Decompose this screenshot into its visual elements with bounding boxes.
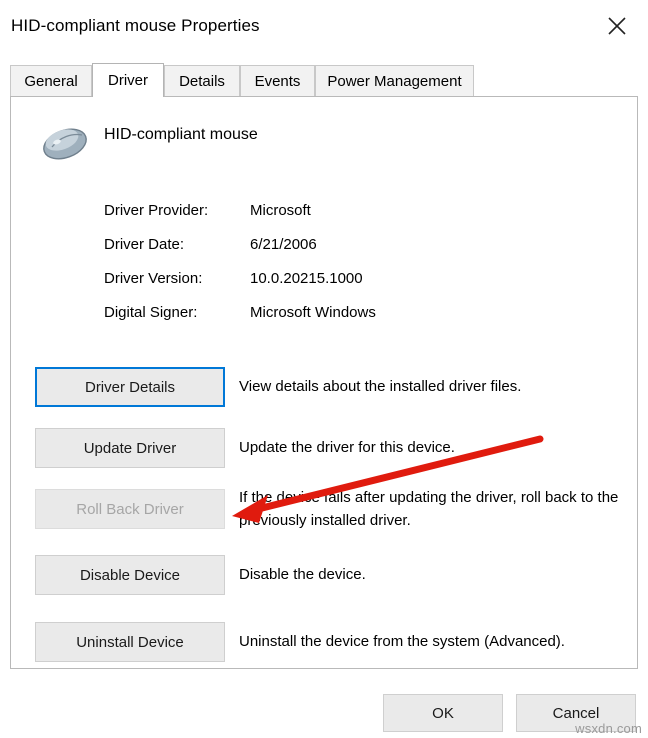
device-name: HID-compliant mouse — [104, 126, 258, 143]
tab-details-label: Details — [179, 73, 225, 90]
cancel-button-label: Cancel — [552, 704, 600, 722]
driver-tab-panel: HID-compliant mouse Driver Provider: Mic… — [10, 96, 638, 669]
tab-general[interactable]: General — [10, 65, 92, 97]
tab-events-label: Events — [254, 73, 301, 90]
close-icon — [608, 17, 626, 35]
ok-button[interactable]: OK — [383, 694, 503, 732]
tab-general-label: General — [24, 73, 78, 90]
mouse-icon — [38, 121, 94, 167]
driver-details-button-label: Driver Details — [84, 378, 175, 396]
digital-signer-label: Digital Signer: — [104, 304, 198, 321]
tab-driver[interactable]: Driver — [92, 63, 164, 97]
tab-strip: General Driver Details Events Power Mana… — [10, 63, 638, 97]
driver-version-value: 10.0.20215.1000 — [250, 270, 363, 287]
roll-back-driver-button: Roll Back Driver — [35, 489, 225, 529]
uninstall-device-button[interactable]: Uninstall Device — [35, 622, 225, 662]
driver-details-button[interactable]: Driver Details — [35, 367, 225, 407]
ok-button-label: OK — [432, 704, 454, 722]
tab-events[interactable]: Events — [240, 65, 315, 97]
tab-power-management-label: Power Management — [327, 73, 462, 90]
update-driver-description: Update the driver for this device. — [239, 439, 455, 456]
disable-device-description: Disable the device. — [239, 566, 366, 583]
properties-dialog: HID-compliant mouse Properties General D… — [0, 0, 648, 738]
driver-date-value: 6/21/2006 — [250, 236, 317, 253]
window-title: HID-compliant mouse Properties — [11, 16, 260, 35]
roll-back-driver-description: If the device fails after updating the d… — [239, 489, 619, 529]
watermark: wsxdn.com — [575, 721, 642, 736]
driver-provider-value: Microsoft — [250, 202, 311, 219]
tab-details[interactable]: Details — [164, 65, 240, 97]
uninstall-device-description: Uninstall the device from the system (Ad… — [239, 633, 565, 650]
close-button[interactable] — [594, 8, 640, 44]
driver-date-label: Driver Date: — [104, 236, 185, 253]
disable-device-button-label: Disable Device — [79, 566, 181, 584]
roll-back-driver-button-label: Roll Back Driver — [76, 500, 184, 518]
uninstall-device-button-label: Uninstall Device — [76, 633, 184, 651]
update-driver-button[interactable]: Update Driver — [35, 428, 225, 468]
tab-driver-label: Driver — [108, 72, 148, 89]
driver-provider-label: Driver Provider: — [104, 202, 209, 219]
update-driver-button-label: Update Driver — [83, 439, 177, 457]
title-bar: HID-compliant mouse Properties — [0, 0, 648, 54]
tab-power-management[interactable]: Power Management — [315, 65, 474, 97]
driver-details-description: View details about the installed driver … — [239, 378, 522, 395]
driver-version-label: Driver Version: — [104, 270, 203, 287]
disable-device-button[interactable]: Disable Device — [35, 555, 225, 595]
digital-signer-value: Microsoft Windows — [250, 304, 376, 321]
